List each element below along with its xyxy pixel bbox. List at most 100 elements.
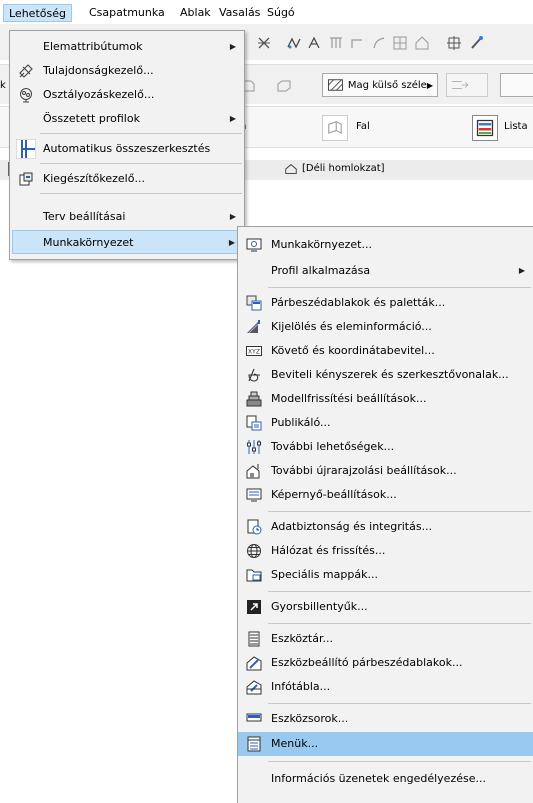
menu-csapatmunka[interactable]: Csapatmunka: [84, 4, 170, 22]
menus-icon: [246, 736, 262, 752]
menu-item-label: Infótábla...: [271, 680, 331, 693]
submenu-item-gyorsbillentyuk[interactable]: Gyorsbillentyűk...: [238, 595, 533, 619]
submenu-arrow-icon: ▶: [229, 42, 236, 51]
submenu-item-infotabla[interactable]: Infótábla...: [238, 675, 533, 699]
menu-item-label: Kijelölés és eleminformáció...: [271, 320, 432, 333]
menu-separator: [268, 591, 531, 592]
menu-item-tulajdonsagkezelo[interactable]: Tulajdonságkezelő...: [10, 59, 244, 83]
menu-item-label: Automatikus összeszerkesztés: [43, 142, 211, 155]
add-on-manager-icon: [18, 171, 34, 187]
menu-separator: [268, 703, 531, 704]
menu-separator: [268, 761, 531, 762]
menu-item-label: Profil alkalmazása: [271, 264, 371, 277]
menu-item-label: Összetett profilok: [43, 112, 140, 125]
redraw-icon: [246, 463, 262, 479]
model-rebuild-icon: [246, 391, 262, 407]
submenu-item-informacios-uzenetek[interactable]: Információs üzenetek engedélyezése...: [238, 767, 533, 791]
menu-item-label: Speciális mappák...: [271, 568, 378, 581]
submenu-arrow-icon: ▶: [518, 266, 525, 275]
submenu-item-specialis-mappak[interactable]: Speciális mappák...: [238, 563, 533, 587]
submenu-item-menuk[interactable]: Menük...: [238, 732, 533, 756]
menu-item-label: Elemattribútumok: [43, 40, 143, 53]
curve-tool-icon[interactable]: [370, 34, 388, 52]
submenu-item-munkakornyezet[interactable]: Munkakörnyezet...: [238, 233, 533, 257]
selection-info-icon: [246, 319, 262, 335]
tab-deli-homlokzat[interactable]: [Déli homlokzat]: [282, 160, 385, 178]
arrow-line-icon: [452, 81, 469, 89]
menu-vasalas[interactable]: Vasalás: [214, 4, 265, 22]
menu-item-label: Terv beállításai: [43, 210, 126, 223]
menu-lehetoseg[interactable]: Lehetőség: [3, 4, 72, 22]
house-tool-icon[interactable]: [413, 34, 431, 52]
submenu-item-halozat[interactable]: Hálózat és frissítés...: [238, 539, 533, 563]
menu-item-label: Hálózat és frissítés...: [271, 544, 386, 557]
menu-item-label: Eszközbeállító párbeszédablakok...: [271, 656, 463, 669]
special-folders-icon: [246, 567, 262, 583]
submenu-item-koveto[interactable]: XYZ Követő és koordinátabevitel...: [238, 339, 533, 363]
screen-icon: [246, 487, 262, 503]
submenu-item-ujrarajzolasi[interactable]: További újrarajzolási beállítások...: [238, 459, 533, 483]
svg-text:XYZ: XYZ: [248, 349, 260, 356]
box-tool-icon[interactable]: [275, 77, 293, 95]
menu-item-label: Publikáló...: [271, 416, 331, 429]
submenu-item-eszkozsorok[interactable]: Eszközsorok...: [238, 707, 533, 731]
submenu-item-kepernyo-beallitasok[interactable]: Képernyő-beállítások...: [238, 483, 533, 507]
submenu-item-profil-alkalmazasa[interactable]: Profil alkalmazása ▶: [238, 259, 533, 283]
menu-item-automatikus-osszeszerkesztes[interactable]: Automatikus összeszerkesztés: [10, 137, 244, 161]
menu-item-osszetett-profilok[interactable]: Összetett profilok ▶: [10, 107, 244, 131]
menu-bar: Lehetőség Csapatmunka Ablak Vasalás Súgó: [0, 0, 533, 24]
elevation-icon: [285, 164, 297, 174]
auto-intersection-icon: [16, 139, 36, 159]
menu-item-elemattributumok[interactable]: Elemattribútumok ▶: [10, 35, 244, 59]
menu-item-label: Osztályozáskezelő...: [43, 88, 155, 101]
menu-sugo[interactable]: Súgó: [262, 4, 300, 22]
wall-icon[interactable]: [322, 115, 348, 141]
xyz-icon: XYZ: [246, 343, 262, 359]
menu-ablak[interactable]: Ablak: [175, 4, 216, 22]
submenu-item-publikalo[interactable]: Publikáló...: [238, 411, 533, 435]
menu-item-label: Eszköztár...: [271, 632, 333, 645]
classification-icon: [18, 87, 34, 103]
geometry-combo[interactable]: [446, 73, 488, 97]
hatch-icon: [328, 79, 343, 91]
submenu-arrow-icon: ▶: [229, 212, 236, 221]
dialogs-palettes-icon: [246, 295, 262, 311]
submenu-item-tovabbi-lehetosegek[interactable]: További lehetőségek...: [238, 435, 533, 459]
cross-tool-icon[interactable]: [255, 34, 273, 52]
menu-item-label: További újrarajzolási beállítások...: [271, 464, 457, 477]
submenu-item-eszkoztar[interactable]: Eszköztár...: [238, 627, 533, 651]
submenu-item-parbeszedablakok[interactable]: Párbeszédablakok és paletták...: [238, 291, 533, 315]
data-safety-icon: [246, 519, 262, 535]
menu-separator: [40, 193, 242, 194]
menu-item-label: Menük...: [271, 737, 319, 750]
menu-item-label: Képernyő-beállítások...: [271, 488, 397, 501]
shortcuts-icon: [246, 599, 262, 615]
menu-item-label: Beviteli kényszerek és szerkesztővonalak…: [271, 368, 509, 381]
partial-combo[interactable]: [500, 73, 533, 97]
menu-item-terv-beallitasai[interactable]: Terv beállításai ▶: [10, 205, 244, 229]
options-menu: Elemattribútumok ▶ Tulajdonságkezelő... …: [9, 30, 245, 260]
menu-item-munkakornyezet[interactable]: Munkakörnyezet ▶: [12, 230, 242, 254]
menu-item-kiegeszitokezelo[interactable]: Kiegészítőkezelő...: [10, 167, 244, 191]
menu-separator: [268, 511, 531, 512]
reference-line-combo[interactable]: Mag külső széle ▶: [322, 73, 438, 97]
menu-item-label: Gyorsbillentyűk...: [271, 600, 368, 613]
brush-tool-icon[interactable]: [468, 34, 486, 52]
property-manager-icon: [18, 63, 34, 79]
menu-item-label: Munkakörnyezet: [43, 236, 134, 249]
submenu-item-kijeloles[interactable]: Kijelölés és eleminformáció...: [238, 315, 533, 339]
menu-item-osztalyozaskezelo[interactable]: Osztályozáskezelő...: [10, 83, 244, 107]
split-tool-icon[interactable]: [305, 34, 323, 52]
list-icon[interactable]: [472, 115, 498, 141]
submenu-item-beviteli-kenyszerek[interactable]: Beviteli kényszerek és szerkesztővonalak…: [238, 363, 533, 387]
submenu-item-adatbiztonsag[interactable]: Adatbiztonság és integritás...: [238, 515, 533, 539]
adjust-tool-icon[interactable]: [327, 34, 345, 52]
submenu-item-eszkozbeallito[interactable]: Eszközbeállító párbeszédablakok...: [238, 651, 533, 675]
work-environment-submenu: Munkakörnyezet... Profil alkalmazása ▶ P…: [237, 226, 533, 803]
offset-tool-icon[interactable]: [348, 34, 366, 52]
submenu-arrow-icon: ▶: [228, 238, 235, 247]
grid-tool-icon[interactable]: [391, 34, 409, 52]
submenu-item-modellfrissitesi[interactable]: Modellfrissítési beállítások...: [238, 387, 533, 411]
trim-tool-icon[interactable]: [285, 34, 303, 52]
multiply-tool-icon[interactable]: [445, 34, 463, 52]
